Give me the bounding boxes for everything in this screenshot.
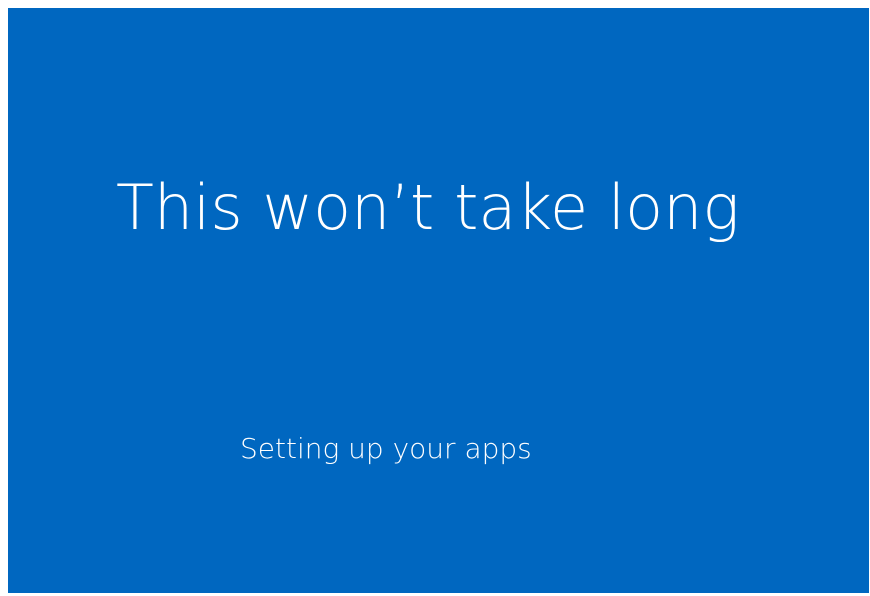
page-title: This won’t take long [116,171,740,244]
status-text: Setting up your apps [240,432,532,465]
setup-screen: This won’t take long Setting up your app… [8,8,869,593]
